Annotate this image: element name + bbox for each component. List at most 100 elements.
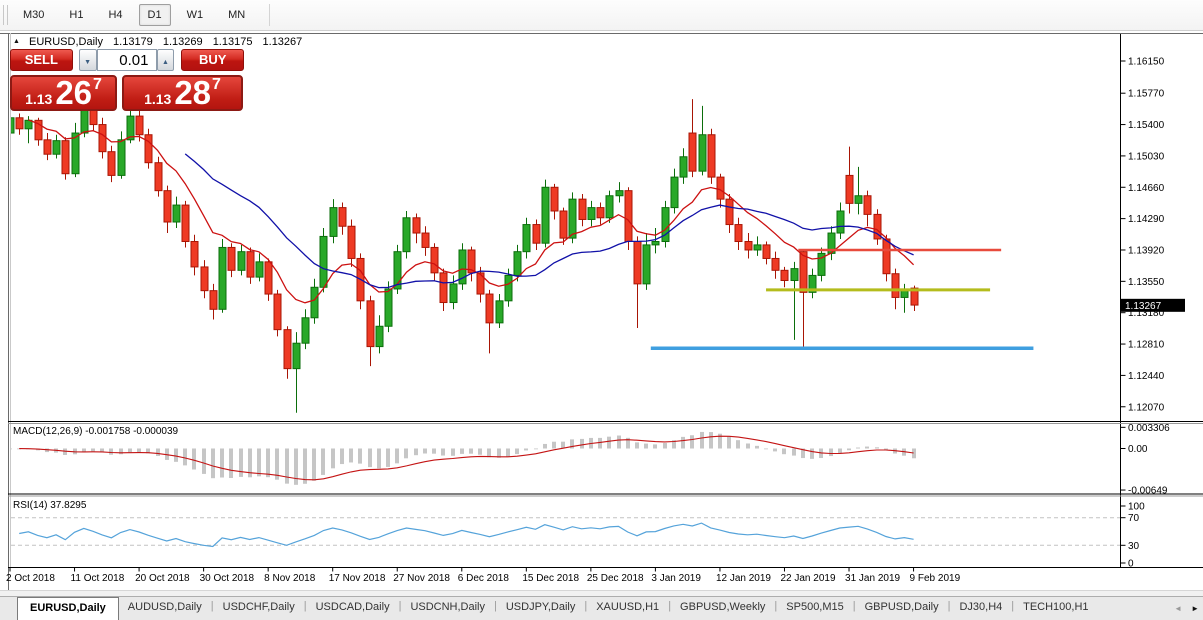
symbol-tab-eurusd-daily[interactable]: EURUSD,Daily bbox=[17, 597, 119, 620]
bid-prefix: 1.13 bbox=[25, 91, 52, 107]
lot-increase-button[interactable]: ▲ bbox=[157, 49, 175, 71]
macd-histogram-bar bbox=[782, 449, 786, 455]
macd-axis-label: 0.003306 bbox=[1128, 423, 1170, 434]
candle bbox=[717, 177, 724, 199]
candle bbox=[579, 199, 586, 219]
buy-button[interactable]: BUY bbox=[181, 49, 244, 71]
candle bbox=[403, 218, 410, 252]
candle bbox=[883, 239, 890, 274]
timeframe-button-mn[interactable]: MN bbox=[219, 4, 254, 26]
candle bbox=[542, 187, 549, 243]
candle bbox=[164, 191, 171, 222]
candle bbox=[145, 135, 152, 163]
macd-histogram-bar bbox=[506, 449, 510, 457]
macd-histogram-bar bbox=[331, 449, 335, 469]
macd-histogram-bar bbox=[552, 442, 556, 449]
timeframe-button-d1[interactable]: D1 bbox=[139, 4, 171, 26]
date-tick-label: 15 Dec 2018 bbox=[522, 573, 579, 584]
candle bbox=[265, 262, 272, 294]
tabs-scroll-left-icon[interactable]: ◄ bbox=[1174, 604, 1182, 613]
one-click-trading-panel: SELL ▼ ▲ BUY 1.13267 1.13287 bbox=[10, 49, 244, 113]
symbol-tab-xauusd-h1[interactable]: XAUUSD,H1 bbox=[587, 597, 668, 620]
lot-decrease-button[interactable]: ▼ bbox=[79, 49, 97, 71]
candle bbox=[486, 294, 493, 323]
candle bbox=[855, 196, 862, 204]
macd-histogram-bar bbox=[681, 437, 685, 449]
candle bbox=[422, 233, 429, 247]
price-tick-label: 1.15400 bbox=[1128, 120, 1165, 131]
candle bbox=[367, 301, 374, 347]
collapse-arrow-icon[interactable]: ▲ bbox=[13, 38, 20, 45]
date-tick-label: 27 Nov 2018 bbox=[393, 573, 450, 584]
date-tick-label: 8 Nov 2018 bbox=[264, 573, 316, 584]
ohlc-high: 1.13269 bbox=[163, 36, 203, 48]
quote-prices-row: 1.13267 1.13287 bbox=[10, 75, 244, 113]
candle bbox=[62, 141, 69, 174]
chart-background bbox=[0, 31, 1203, 597]
bid-price-display[interactable]: 1.13267 bbox=[10, 75, 117, 111]
macd-histogram-bar bbox=[764, 449, 768, 450]
date-tick-label: 9 Feb 2019 bbox=[910, 573, 961, 584]
candle bbox=[293, 343, 300, 368]
rsi-axis-label: 0 bbox=[1128, 559, 1134, 570]
toolbar-grip[interactable] bbox=[3, 5, 8, 25]
macd-histogram-bar bbox=[856, 448, 860, 449]
sell-button[interactable]: SELL bbox=[10, 49, 73, 71]
macd-histogram-bar bbox=[404, 449, 408, 459]
symbol-tab-tech100-h1[interactable]: TECH100,H1 bbox=[1014, 597, 1097, 620]
rsi-axis-label: 30 bbox=[1128, 541, 1140, 552]
symbol-tab-sp500-m15[interactable]: SP500,M15 bbox=[777, 597, 852, 620]
macd-histogram-bar bbox=[119, 449, 123, 455]
mt4-window: 1.161501.157701.154001.150301.146601.142… bbox=[0, 0, 1203, 620]
macd-histogram-bar bbox=[598, 438, 602, 449]
date-tick-label: 17 Nov 2018 bbox=[329, 573, 386, 584]
tabs-scroll-right-icon[interactable]: ► bbox=[1191, 604, 1199, 613]
candle bbox=[745, 242, 752, 250]
timeframe-button-w1[interactable]: W1 bbox=[178, 4, 213, 26]
symbol-tab-usdcnh-daily[interactable]: USDCNH,Daily bbox=[401, 597, 494, 620]
candle bbox=[191, 242, 198, 267]
symbol-tab-gbpusd-daily[interactable]: GBPUSD,Daily bbox=[856, 597, 948, 620]
symbol-tab-dj30-h4[interactable]: DJ30,H4 bbox=[950, 597, 1011, 620]
symbol-tab-usdjpy-daily[interactable]: USDJPY,Daily bbox=[497, 597, 585, 620]
lot-size-input[interactable] bbox=[97, 49, 157, 71]
bid-pipette: 7 bbox=[93, 76, 102, 94]
candle bbox=[339, 208, 346, 227]
ask-price-display[interactable]: 1.13287 bbox=[122, 75, 243, 111]
candle bbox=[523, 225, 530, 252]
date-tick-label: 2 Oct 2018 bbox=[6, 573, 55, 584]
macd-axis-label: 0.00 bbox=[1128, 444, 1148, 455]
candle bbox=[219, 247, 226, 309]
candle bbox=[72, 133, 79, 174]
candle bbox=[754, 245, 761, 250]
symbol-tab-gbpusd-weekly[interactable]: GBPUSD,Weekly bbox=[671, 597, 774, 620]
timeframe-button-h4[interactable]: H4 bbox=[99, 4, 131, 26]
symbol-tab-usdchf-daily[interactable]: USDCHF,Daily bbox=[214, 597, 304, 620]
macd-histogram-bar bbox=[524, 449, 528, 451]
macd-histogram-bar bbox=[792, 449, 796, 456]
macd-histogram-bar bbox=[617, 436, 621, 449]
symbol-tab-usdcad-daily[interactable]: USDCAD,Daily bbox=[307, 597, 399, 620]
candle bbox=[99, 125, 106, 152]
timeframe-button-m30[interactable]: M30 bbox=[14, 4, 53, 26]
macd-histogram-bar bbox=[423, 449, 427, 454]
timeframe-button-h1[interactable]: H1 bbox=[60, 4, 92, 26]
candle bbox=[569, 199, 576, 238]
candle bbox=[274, 294, 281, 330]
macd-histogram-bar bbox=[847, 449, 851, 451]
candle bbox=[44, 140, 51, 154]
macd-histogram-bar bbox=[220, 449, 224, 478]
price-tick-label: 1.15770 bbox=[1128, 89, 1165, 100]
macd-histogram-bar bbox=[340, 449, 344, 465]
symbol-tab-audusd-daily[interactable]: AUDUSD,Daily bbox=[119, 597, 211, 620]
candle bbox=[846, 175, 853, 203]
candle bbox=[588, 208, 595, 220]
candle bbox=[376, 326, 383, 346]
chart-title: ▲ EURUSD,Daily 1.13179 1.13269 1.13175 1… bbox=[13, 36, 302, 48]
trade-controls-row: SELL ▼ ▲ BUY bbox=[10, 49, 244, 71]
candle bbox=[652, 242, 659, 245]
macd-histogram-bar bbox=[653, 444, 657, 448]
candle bbox=[238, 252, 245, 271]
macd-histogram-bar bbox=[478, 449, 482, 455]
macd-histogram-bar bbox=[543, 444, 547, 449]
